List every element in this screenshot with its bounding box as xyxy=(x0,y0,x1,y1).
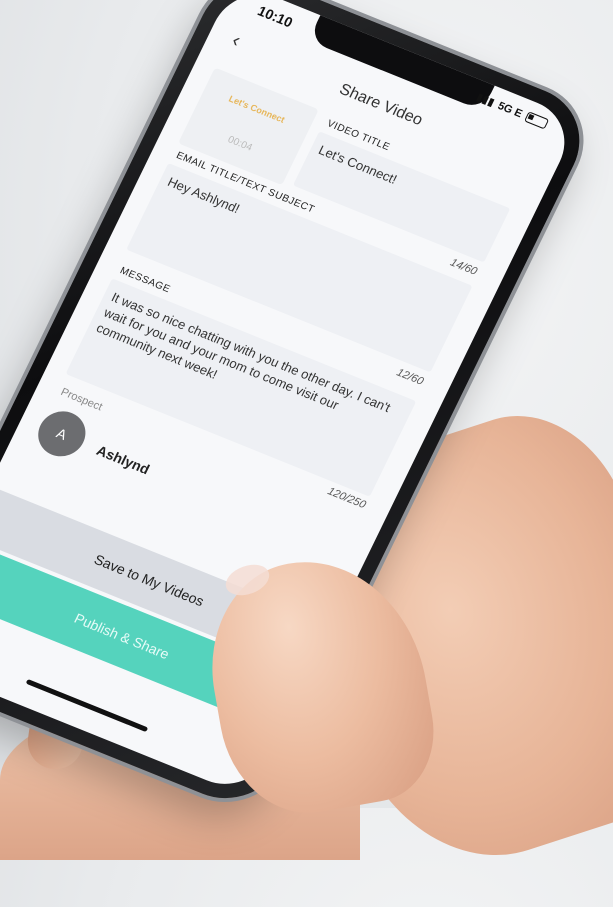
publish-button-label: Publish & Share xyxy=(71,610,172,663)
email-title-counter: 12/60 xyxy=(394,366,426,388)
signal-icon: ▮▮▮ xyxy=(474,91,497,109)
status-time: 10:10 xyxy=(255,2,296,31)
battery-icon xyxy=(523,111,550,130)
thumbnail-label: Let's Connect xyxy=(227,93,287,125)
video-title-counter: 14/60 xyxy=(448,256,480,278)
prospect-name: Ashlynd xyxy=(94,442,153,478)
network-label: 5G E xyxy=(495,99,525,120)
avatar: A xyxy=(30,404,94,464)
prospect-label: Prospect xyxy=(58,386,105,414)
